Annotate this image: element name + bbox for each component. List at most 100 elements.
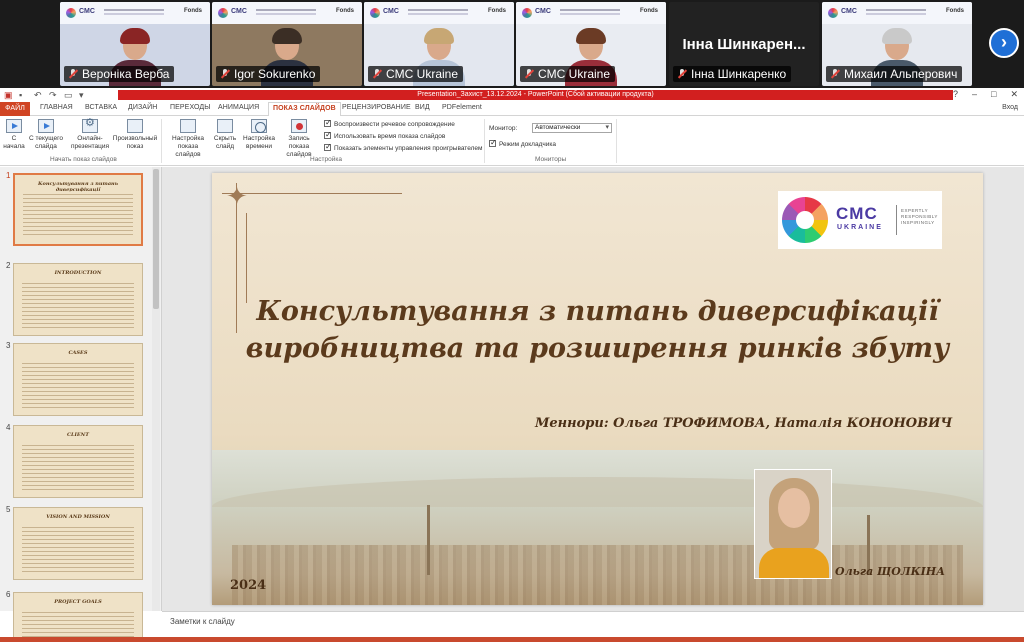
banner-fund-text: Fonds bbox=[946, 8, 964, 14]
quick-access-toolbar: ▣ ▪ ↶ ↷ ▭ ▾ bbox=[4, 89, 88, 101]
presenter-view-checkbox[interactable]: Режим докладчика bbox=[489, 138, 556, 149]
record-show-button[interactable]: Запись показа слайдов bbox=[278, 119, 320, 159]
slide-thumbnails-pane: 1 Консультування з питань диверсифікації 2… bbox=[0, 167, 162, 642]
participant-name: Igor Sokurenko bbox=[216, 66, 321, 82]
thumbnail-body-text bbox=[22, 280, 134, 329]
tab-animation[interactable]: АНИМАЦИЯ bbox=[218, 104, 259, 111]
slide-title-line-2: виробництва та розширення ринків збуту bbox=[245, 333, 950, 364]
slide-thumbnail[interactable]: INTRODUCTION bbox=[13, 263, 143, 336]
status-bar bbox=[0, 637, 1024, 642]
narration-checkbox[interactable]: Воспроизвести речевое сопровождение bbox=[324, 118, 455, 129]
presenter-name: Ольга ЩОЛКІНА bbox=[835, 565, 946, 578]
login-link[interactable]: Вход bbox=[1002, 104, 1018, 111]
banner-fund-text: Fonds bbox=[640, 8, 658, 14]
participant-name-text: Igor Sokurenko bbox=[234, 67, 316, 81]
monitor-select[interactable]: Автоматически bbox=[532, 123, 612, 133]
project-banner: CMC Fonds bbox=[822, 2, 972, 24]
from-current-label: С текущего слайда bbox=[29, 135, 63, 150]
presenter-view-label: Режим докладчика bbox=[499, 141, 556, 148]
thumbnail-title: CASES bbox=[68, 350, 88, 356]
online-presentation-button[interactable]: Онлайн-презентация bbox=[70, 119, 110, 151]
participant-initial-name: Інна Шинкарен... bbox=[682, 36, 806, 53]
close-button[interactable]: ✕ bbox=[1010, 89, 1018, 100]
from-current-button[interactable]: С текущего слайда bbox=[28, 119, 64, 151]
logo-ukraine-text: UKRAINE bbox=[837, 224, 883, 231]
from-start-label: С начала bbox=[3, 135, 25, 150]
group-setup-label: Настройка bbox=[310, 156, 342, 163]
undo-icon[interactable]: ↶ bbox=[34, 90, 43, 100]
window-title: Presentation_Захист_13.12.2024 - PowerPo… bbox=[118, 90, 953, 100]
monitor-label: Монитор: bbox=[489, 125, 518, 132]
maximize-button[interactable]: □ bbox=[991, 89, 996, 100]
tab-home[interactable]: ГЛАВНАЯ bbox=[40, 104, 73, 111]
participant-tile[interactable]: CMC Fonds Михаил Альперович bbox=[822, 2, 972, 86]
slide-thumbnail[interactable]: CASES bbox=[13, 343, 143, 416]
participant-name: CMC Ukraine bbox=[520, 66, 616, 82]
participant-tile[interactable]: CMC Fonds CMC Ukraine bbox=[364, 2, 514, 86]
customize-qat-icon[interactable]: ▾ bbox=[79, 90, 88, 100]
tab-pdfelement[interactable]: PDFelement bbox=[442, 104, 482, 111]
project-banner: CMC Fonds bbox=[516, 2, 666, 24]
separator bbox=[161, 119, 162, 163]
tab-slideshow[interactable]: ПОКАЗ СЛАЙДОВ bbox=[268, 102, 341, 117]
slide-number: 5 bbox=[6, 505, 11, 514]
participant-name-text: Інна Шинкаренко bbox=[691, 67, 787, 81]
hide-slide-label: Скрыть слайд bbox=[213, 135, 237, 150]
logo-tag-3: INSPIRINGLY bbox=[901, 220, 935, 225]
cmc-logo-icon bbox=[66, 8, 76, 18]
tab-file[interactable]: ФАЙЛ bbox=[0, 102, 30, 116]
participant-name: Михаил Альперович bbox=[826, 66, 963, 82]
slide-number: 1 bbox=[6, 171, 11, 180]
participant-tile[interactable]: CMC Fonds Igor Sokurenko bbox=[212, 2, 362, 86]
minimize-button[interactable]: – bbox=[972, 89, 977, 100]
redo-icon[interactable]: ↷ bbox=[49, 90, 58, 100]
slide-mentors: Меннори: Ольга ТРОФИМОВА, Наталія КОНОНО… bbox=[535, 416, 953, 431]
setup-show-button[interactable]: Настройка показа слайдов bbox=[166, 119, 210, 159]
separator bbox=[616, 119, 617, 163]
slide-thumbnail[interactable]: PROJECT GOALS bbox=[13, 592, 143, 642]
participant-name: Інна Шинкаренко bbox=[673, 66, 792, 82]
tab-transitions[interactable]: ПЕРЕХОДЫ bbox=[170, 104, 211, 111]
slide-thumbnail[interactable]: VISION AND MISSION bbox=[13, 507, 143, 580]
tab-view[interactable]: ВИД bbox=[415, 104, 430, 111]
narration-label: Воспроизвести речевое сопровождение bbox=[334, 121, 455, 128]
screen: CMC Fonds Вероніка Верба CMC Fonds Igor Sokur… bbox=[0, 0, 1024, 642]
custom-show-icon bbox=[127, 119, 143, 133]
hide-slide-button[interactable]: Скрыть слайд bbox=[212, 119, 238, 151]
thumbnail-title: CLIENT bbox=[67, 432, 89, 438]
start-show-icon[interactable]: ▭ bbox=[64, 90, 73, 100]
participant-name: Вероніка Верба bbox=[64, 66, 175, 82]
participant-tile[interactable]: Інна Шинкарен... Інна Шинкаренко bbox=[669, 2, 819, 86]
custom-show-label: Произвольный показ bbox=[112, 135, 158, 150]
help-button[interactable]: ? bbox=[953, 89, 958, 100]
next-participants-button[interactable]: › bbox=[989, 28, 1019, 58]
thumbnails-scrollbar[interactable] bbox=[152, 167, 160, 611]
frame-ornament bbox=[222, 193, 402, 194]
slide-thumbnail[interactable]: Консультування з питань диверсифікації bbox=[13, 173, 143, 246]
tab-insert[interactable]: ВСТАВКА bbox=[85, 104, 117, 111]
rehearse-timings-button[interactable]: Настройка времени bbox=[242, 119, 276, 151]
slide-number: 3 bbox=[6, 341, 11, 350]
from-start-button[interactable]: С начала bbox=[2, 119, 26, 151]
banner-logo-text: CMC bbox=[79, 8, 95, 15]
scrollbar-handle[interactable] bbox=[153, 169, 159, 309]
tab-design[interactable]: ДИЗАЙН bbox=[128, 104, 157, 111]
presenter-photo bbox=[754, 469, 832, 579]
save-icon[interactable]: ▪ bbox=[19, 90, 28, 100]
main-slide[interactable]: ✦ CMC UKRAINE EXPERTLY RESPONSIBLY INSPI… bbox=[212, 173, 983, 605]
show-controls-checkbox[interactable]: Показать элементы управления проигрывате… bbox=[324, 142, 482, 153]
slide-thumbnail[interactable]: CLIENT bbox=[13, 425, 143, 498]
participant-tile[interactable]: CMC Fonds Вероніка Верба bbox=[60, 2, 210, 86]
custom-show-button[interactable]: Произвольный показ bbox=[112, 119, 158, 151]
chevron-right-icon: › bbox=[1001, 32, 1007, 52]
checkbox-icon bbox=[489, 138, 497, 147]
tab-review[interactable]: РЕЦЕНЗИРОВАНИЕ bbox=[342, 104, 411, 111]
use-timings-label: Использовать время показа слайдов bbox=[334, 133, 446, 140]
ribbon: С начала С текущего слайда Онлайн-презен… bbox=[0, 116, 1024, 166]
thumbnail-title: INTRODUCTION bbox=[54, 270, 102, 276]
use-timings-checkbox[interactable]: Использовать время показа слайдов bbox=[324, 130, 446, 141]
checkbox-icon bbox=[324, 118, 332, 127]
participant-name-text: Михаил Альперович bbox=[844, 67, 958, 81]
participant-name: CMC Ukraine bbox=[368, 66, 464, 82]
participant-tile[interactable]: CMC Fonds CMC Ukraine bbox=[516, 2, 666, 86]
